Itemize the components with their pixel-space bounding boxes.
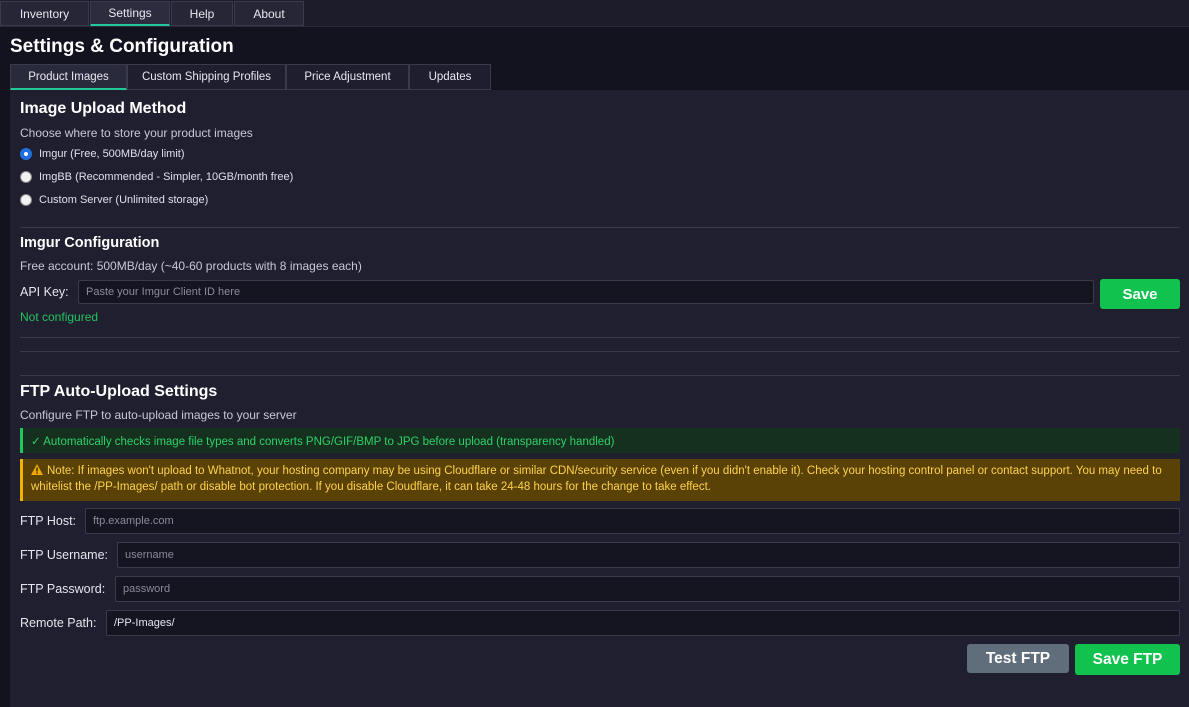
menu-tab-about[interactable]: About: [234, 1, 304, 26]
imgur-status: Not configured: [20, 310, 99, 324]
test-ftp-button[interactable]: Test FTP: [967, 644, 1069, 673]
menu-tab-inventory[interactable]: Inventory: [0, 1, 89, 26]
save-ftp-button[interactable]: Save FTP: [1075, 644, 1180, 675]
imgur-config-title: Imgur Configuration: [20, 235, 160, 251]
ftp-info-banner: ✓ Automatically checks image file types …: [20, 428, 1180, 453]
tab-updates[interactable]: Updates: [409, 64, 491, 90]
radio-option-custom-server[interactable]: Custom Server (Unlimited storage): [20, 194, 208, 206]
ftp-settings-title: FTP Auto-Upload Settings: [20, 383, 218, 400]
menu-tab-help[interactable]: Help: [171, 1, 233, 26]
divider: [20, 227, 1180, 228]
ftp-settings-description: Configure FTP to auto-upload images to y…: [20, 408, 297, 422]
imgur-config-description: Free account: 500MB/day (~40-60 products…: [20, 259, 362, 273]
api-key-input[interactable]: [78, 280, 1094, 304]
ftp-info-text: ✓ Automatically checks image file types …: [31, 435, 615, 448]
ftp-host-label: FTP Host:: [20, 514, 77, 528]
divider: [20, 351, 1180, 352]
radio-option-imgbb[interactable]: ImgBB (Recommended - Simpler, 10GB/month…: [20, 171, 293, 183]
ftp-password-label: FTP Password:: [20, 582, 106, 596]
tab-price-adjustment[interactable]: Price Adjustment: [286, 64, 409, 90]
save-api-key-button[interactable]: Save: [1100, 279, 1180, 309]
upload-method-title: Image Upload Method: [20, 100, 187, 117]
ftp-warning-text: Note: If images won't upload to Whatnot,…: [31, 465, 1162, 493]
radio-label: ImgBB (Recommended - Simpler, 10GB/month…: [39, 171, 294, 183]
tab-custom-shipping-profiles[interactable]: Custom Shipping Profiles: [127, 64, 286, 90]
menu-tab-settings[interactable]: Settings: [90, 1, 170, 26]
upload-method-description: Choose where to store your product image…: [20, 126, 253, 140]
radio-unchecked-icon[interactable]: [20, 171, 32, 183]
warning-icon: [31, 464, 43, 475]
ftp-warning-banner: Note: If images won't upload to Whatnot,…: [20, 459, 1180, 501]
page-title: Settings & Configuration: [10, 36, 234, 57]
radio-label: Custom Server (Unlimited storage): [39, 194, 209, 206]
ftp-password-input[interactable]: [115, 576, 1180, 602]
ftp-username-label: FTP Username:: [20, 548, 108, 562]
remote-path-input[interactable]: [106, 610, 1180, 636]
api-key-label: API Key:: [20, 285, 69, 299]
ftp-username-input[interactable]: [117, 542, 1180, 568]
tab-product-images[interactable]: Product Images: [10, 64, 127, 90]
radio-option-imgur[interactable]: Imgur (Free, 500MB/day limit): [20, 148, 184, 160]
remote-path-label: Remote Path:: [20, 616, 97, 630]
divider: [20, 337, 1180, 338]
top-menu-bar: Inventory Settings Help About: [0, 0, 1189, 27]
divider: [20, 375, 1180, 376]
ftp-host-input[interactable]: [85, 508, 1180, 534]
radio-unchecked-icon[interactable]: [20, 194, 32, 206]
radio-checked-icon[interactable]: [20, 148, 32, 160]
radio-label: Imgur (Free, 500MB/day limit): [39, 148, 185, 160]
